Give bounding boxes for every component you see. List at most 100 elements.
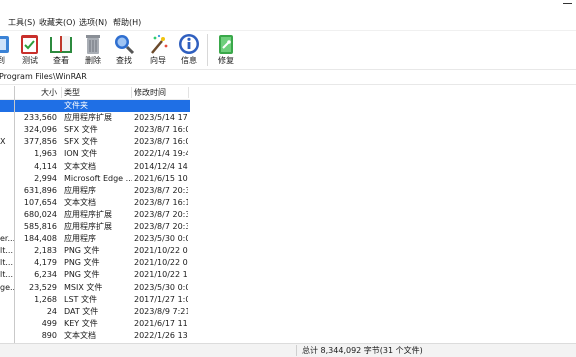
- extract-to-icon: [0, 36, 9, 53]
- file-size: 1,963: [34, 149, 57, 159]
- file-size: 680,024: [23, 209, 57, 219]
- table-row[interactable]: 890 文本文档 2022/1/26 13...: [0, 330, 190, 342]
- table-row[interactable]: 1,268 LST 文件 2017/1/27 1:02: [0, 294, 190, 306]
- file-modified: 2021/10/22 0...: [134, 246, 188, 256]
- toolbar-divider: [207, 34, 208, 66]
- info-icon: [179, 34, 199, 54]
- column-divider[interactable]: [188, 87, 189, 98]
- file-modified: 2023/8/7 16:01: [134, 137, 188, 147]
- toolbar: 到 测试 查看 删除 查找 向导 信息 修复: [0, 31, 576, 68]
- table-row[interactable]: 24 DAT 文件 2023/8/9 7:21: [0, 306, 190, 318]
- column-size[interactable]: 大小: [15, 88, 57, 98]
- table-row[interactable]: ge... 23,529 MSIX 文件 2023/5/30 0:03: [0, 282, 190, 294]
- find-label: 查找: [116, 56, 132, 65]
- file-modified: 2023/8/7 20:34: [134, 222, 188, 231]
- file-name: lt...: [0, 258, 13, 268]
- file-type: KEY 文件: [64, 318, 98, 328]
- file-size: 585,816: [23, 222, 57, 231]
- file-modified: 2023/5/30 0:03: [134, 234, 188, 244]
- table-row[interactable]: er... 184,408 应用程序 2023/5/30 0:03: [0, 233, 190, 245]
- file-modified: 2022/1/26 13...: [134, 330, 188, 340]
- table-row[interactable]: 585,816 应用程序扩展 2023/8/7 20:34: [0, 221, 190, 233]
- menu-help[interactable]: 帮助(H): [113, 17, 141, 28]
- file-size: 4,114: [34, 161, 57, 171]
- file-size: 23,529: [29, 282, 57, 292]
- file-size: 2,183: [34, 246, 57, 256]
- file-size: 324,096: [23, 125, 57, 135]
- table-row[interactable]: 4,114 文本文档 2014/12/4 14...: [0, 161, 190, 173]
- table-row[interactable]: 107,654 文本文档 2023/8/7 16:12: [0, 197, 190, 209]
- file-modified: 2017/1/27 1:02: [134, 294, 188, 304]
- table-row[interactable]: 499 KEY 文件 2021/6/17 11...: [0, 318, 190, 330]
- file-modified: 2023/5/14 17...: [134, 113, 188, 123]
- column-divider[interactable]: [61, 87, 62, 98]
- file-type: LST 文件: [64, 294, 97, 304]
- file-size: 24: [46, 306, 57, 316]
- trash-icon: [86, 35, 100, 54]
- delete-button[interactable]: 删除: [76, 32, 110, 67]
- file-modified: 2021/6/17 11...: [134, 318, 188, 328]
- file-type: MSIX 文件: [64, 282, 103, 292]
- file-type: 应用程序: [64, 234, 96, 244]
- table-row[interactable]: lt... 4,179 PNG 文件 2021/10/22 0...: [0, 257, 190, 269]
- file-size: 890: [41, 330, 57, 340]
- column-type[interactable]: 类型: [64, 88, 80, 98]
- table-row[interactable]: 324,096 SFX 文件 2023/8/7 16:00: [0, 124, 190, 136]
- repair-button[interactable]: 修复: [209, 32, 243, 67]
- test-button[interactable]: 测试: [13, 32, 47, 67]
- menu-favorites[interactable]: 收藏夹(O): [39, 17, 76, 28]
- menu-options[interactable]: 选项(N): [79, 17, 107, 28]
- file-size: 631,896: [23, 185, 57, 195]
- file-modified: 2023/8/7 20:34: [134, 209, 188, 219]
- status-bar: 总计 8,344,092 字节(31 个文件): [0, 343, 576, 357]
- file-type: PNG 文件: [64, 246, 100, 256]
- file-size: 377,856: [23, 137, 57, 147]
- file-type: 应用程序: [64, 185, 96, 195]
- file-modified: 2014/12/4 14...: [134, 161, 188, 171]
- file-size: 6,234: [34, 270, 57, 280]
- view-book-icon: [50, 36, 72, 53]
- file-type: 应用程序扩展: [64, 209, 112, 219]
- wand-icon: [151, 34, 168, 54]
- file-type: 文本文档: [64, 197, 96, 207]
- table-row[interactable]: 233,560 应用程序扩展 2023/5/14 17...: [0, 112, 190, 124]
- file-type: SFX 文件: [64, 125, 98, 135]
- column-divider[interactable]: [131, 87, 132, 98]
- view-label: 查看: [53, 56, 69, 65]
- table-row[interactable]: 2,994 Microsoft Edge ...2021/6/15 10...: [0, 173, 190, 185]
- title-bar: [0, 0, 576, 14]
- file-size: 184,408: [23, 234, 57, 244]
- file-type: 文本文档: [64, 161, 96, 171]
- table-row[interactable]: 680,024 应用程序扩展 2023/8/7 20:34: [0, 209, 190, 221]
- file-modified: 2021/10/22 1...: [134, 270, 188, 280]
- file-modified: 2023/5/30 0:03: [134, 282, 188, 292]
- file-type: PNG 文件: [64, 270, 100, 280]
- table-row[interactable]: lt... 6,234 PNG 文件 2021/10/22 1...: [0, 269, 190, 281]
- file-list: 大小 类型 修改时间 文件夹 233,560 应用程序扩展 2023/5/14 17.…: [0, 86, 576, 343]
- find-button[interactable]: 查找: [107, 32, 141, 67]
- table-row[interactable]: X 377,856 SFX 文件 2023/8/7 16:01: [0, 136, 190, 148]
- file-modified: 2021/10/22 0...: [134, 258, 188, 268]
- table-row[interactable]: lt... 2,183 PNG 文件 2021/10/22 0...: [0, 245, 190, 257]
- file-type: 文件夹: [64, 101, 88, 110]
- address-bar[interactable]: Program Files\WinRAR: [0, 69, 576, 85]
- table-row[interactable]: 631,896 应用程序 2023/8/7 20:34: [0, 185, 190, 197]
- menu-tools[interactable]: 工具(S): [8, 17, 35, 28]
- table-row[interactable]: 文件夹: [0, 100, 190, 112]
- column-modified[interactable]: 修改时间: [134, 88, 166, 98]
- status-summary: 总计 8,344,092 字节(31 个文件): [302, 346, 423, 355]
- file-type: DAT 文件: [64, 306, 99, 316]
- wizard-label: 向导: [150, 56, 166, 65]
- minimize-icon[interactable]: [563, 3, 572, 4]
- table-row[interactable]: 1,963 ION 文件 2022/1/4 19:48: [0, 148, 190, 160]
- file-modified: 2023/8/9 7:21: [134, 306, 188, 316]
- view-button[interactable]: 查看: [44, 32, 78, 67]
- test-icon: [21, 35, 38, 54]
- file-name: ge...: [0, 282, 14, 292]
- file-type: PNG 文件: [64, 258, 100, 268]
- file-modified: 2023/8/7 16:00: [134, 125, 188, 135]
- file-name: lt...: [0, 270, 13, 280]
- info-button[interactable]: 信息: [172, 32, 206, 67]
- wizard-button[interactable]: 向导: [141, 32, 175, 67]
- file-type: SFX 文件: [64, 137, 98, 147]
